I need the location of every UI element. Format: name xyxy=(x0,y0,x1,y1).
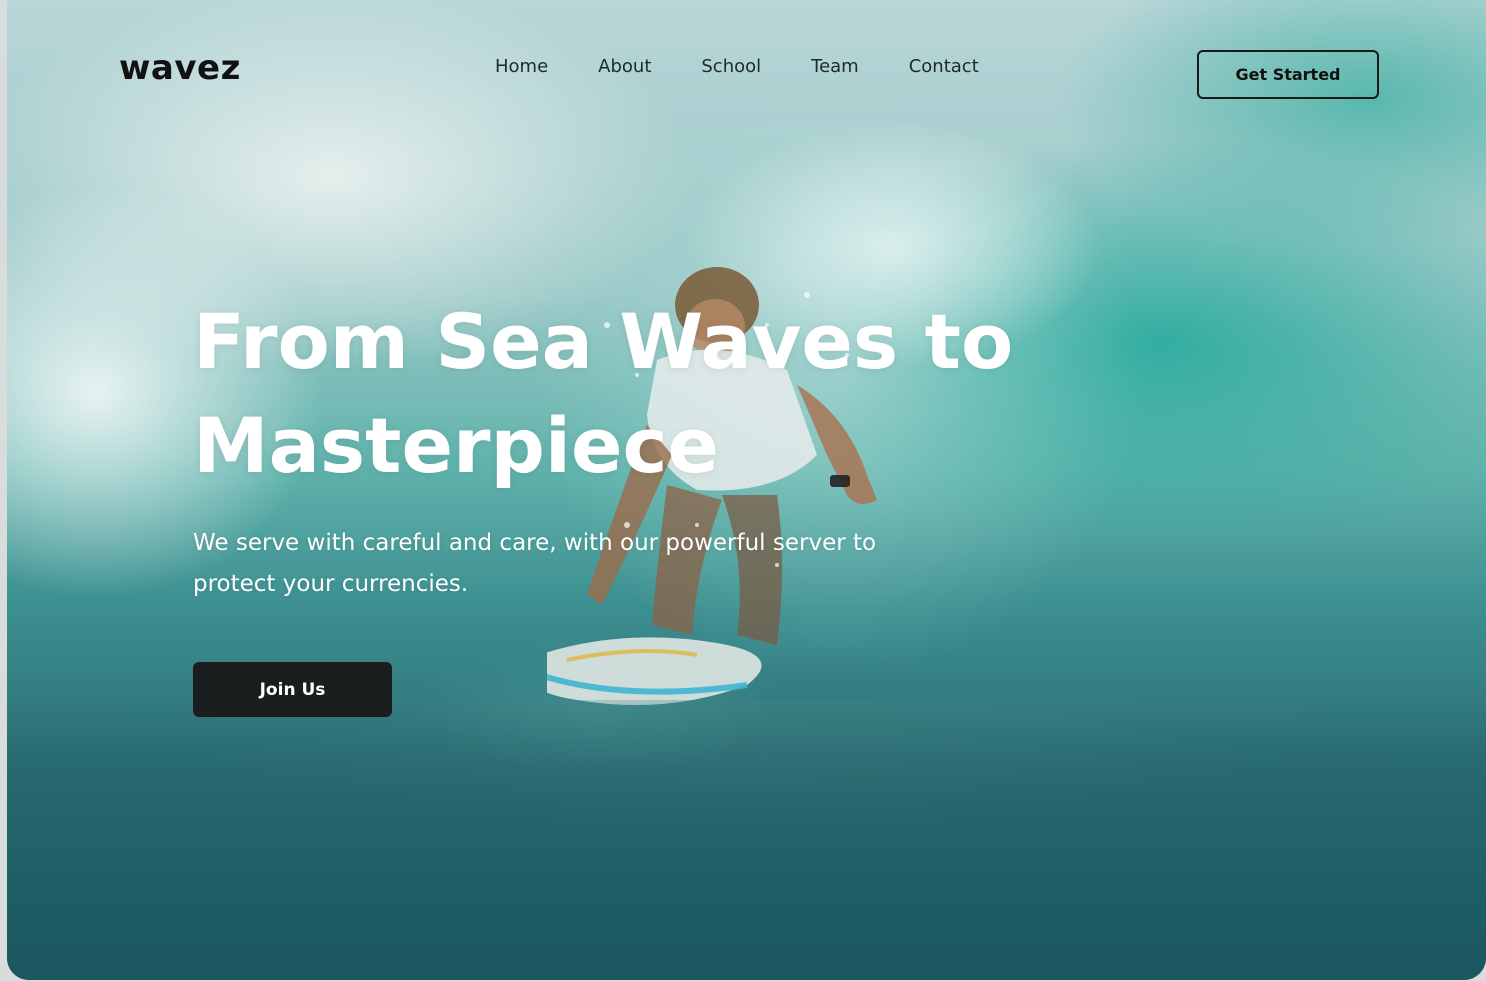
nav-item-contact[interactable]: Contact xyxy=(909,56,979,77)
nav-menu: Home About School Team Contact xyxy=(495,56,1029,77)
landing-page: wavez Home About School Team Contact Get… xyxy=(7,0,1486,980)
nav-item-school[interactable]: School xyxy=(701,56,761,77)
join-us-button[interactable]: Join Us xyxy=(193,662,392,717)
brand-logo[interactable]: wavez xyxy=(119,48,241,88)
hero-subtitle-line-2: protect your currencies. xyxy=(193,571,469,597)
hero-headline-line-1: From Sea Waves to xyxy=(193,297,1014,386)
nav-item-team[interactable]: Team xyxy=(811,56,859,77)
foreground-water xyxy=(7,700,1486,980)
hero-subtitle: We serve with careful and care, with our… xyxy=(193,523,933,605)
hero-headline: From Sea Waves to Masterpiece xyxy=(193,290,1053,498)
nav-item-about[interactable]: About xyxy=(598,56,651,77)
nav-item-home[interactable]: Home xyxy=(495,56,548,77)
top-navigation: wavez Home About School Team Contact Get… xyxy=(7,0,1486,140)
hero-subtitle-line-1: We serve with careful and care, with our… xyxy=(193,530,877,556)
get-started-button[interactable]: Get Started xyxy=(1197,50,1379,99)
hero-headline-line-2: Masterpiece xyxy=(193,401,720,490)
